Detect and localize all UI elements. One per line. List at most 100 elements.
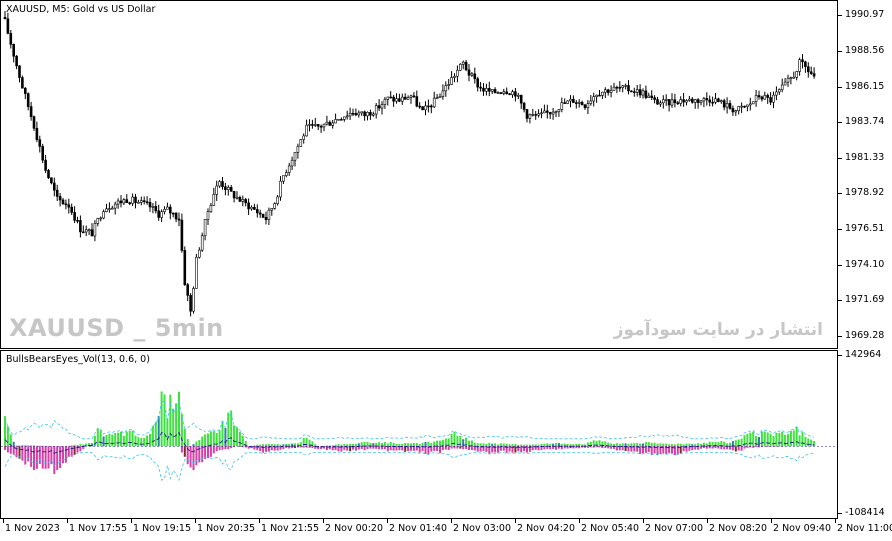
candle [632,87,636,97]
candle [108,202,111,213]
bear-volume-bar [189,446,192,468]
bear-volume-bar [729,446,731,450]
candle [583,104,587,111]
candle [566,100,569,105]
bull-volume-bar [673,444,676,447]
candle [293,151,297,167]
candle [15,55,18,70]
candle-body [357,112,361,116]
bull-volume-bar [453,432,456,447]
candle [711,96,714,107]
time-axis-tick [707,519,708,523]
candle [777,88,781,96]
candle-body [531,114,535,116]
candle-body [52,182,56,191]
candle-body [244,199,247,204]
candle-body [206,211,210,220]
candle [699,100,703,106]
price-axis-label: 1976.51 [845,223,885,235]
candle [319,124,323,133]
bull-volume-bar [241,436,244,447]
bull-volume-bar [404,443,407,447]
time-axis-label: 2 Nov 08:20 [709,523,768,534]
bull-volume-bar [378,442,381,447]
bull-volume-bar [233,425,236,447]
candle-body [453,75,456,78]
bull-volume-bar [198,440,201,447]
candle-body [690,98,694,103]
bull-volume-bar [528,444,531,447]
candle-body [804,61,807,67]
main-chart-pane[interactable]: XAUUSD, M5: Gold vs US Dollar XAUUSD _ 5… [0,0,838,349]
candle [400,93,404,105]
candle-body [67,204,71,208]
time-axis[interactable]: 1 Nov 2023 1 Nov 17:55 1 Nov 19:15 1 Nov 20… [0,519,892,541]
bear-volume-bar [224,446,227,450]
candle-body [363,111,366,117]
candle [229,184,233,192]
bull-volume-bar [766,432,769,447]
indicator-title: BullsBearsEyes_Vol(13, 0.6, 0) [6,354,150,365]
candle [528,113,532,124]
candle-body [743,105,746,108]
candle-body [337,118,340,121]
candle [603,87,607,98]
candle-body [577,101,581,104]
bull-volume-bar [618,443,621,447]
candle-body [322,123,326,128]
bear-volume-bar [67,446,70,457]
candle-body [250,206,253,210]
indicator-axis[interactable]: 142964 -108414 [838,349,892,519]
bull-volume-bar [140,437,143,447]
time-axis-tick [387,519,388,523]
candle [693,98,697,109]
candle-body [603,89,607,93]
candle [572,95,575,104]
bull-volume-bar [265,444,267,447]
bear-volume-bar [740,446,743,451]
bull-volume-bar [128,430,131,447]
candle-body [751,101,755,105]
time-axis-label: 2 Nov 01:40 [389,523,448,534]
candle [780,78,784,93]
candle-body [328,121,332,126]
candle [719,99,723,104]
candle [456,65,459,83]
time-axis-label: 2 Nov 03:00 [453,523,512,534]
candle-body [696,99,700,103]
candle [757,90,761,100]
candle-body [699,100,703,103]
candle-body [786,77,790,83]
terminal-window: XAUUSD, M5: Gold vs US Dollar XAUUSD _ 5… [0,0,892,541]
candle [35,121,39,143]
candle-body [612,86,616,91]
candle-body [624,85,627,87]
candle-body [377,105,381,109]
candle-body [705,98,709,101]
candle-body [418,105,422,108]
time-axis-tick [835,519,836,523]
bull-volume-bar [642,443,644,447]
candle [493,87,497,94]
indicator-pane[interactable]: BullsBearsEyes_Vol(13, 0.6, 0) [0,350,838,519]
candle [467,64,471,82]
bull-volume-bar [717,442,720,447]
candle [589,95,593,106]
candle-body [166,206,169,210]
price-axis-tick [838,193,842,195]
candle-body [583,104,587,109]
candle-body [253,206,256,210]
candle [734,109,738,116]
bear-volume-bar [610,446,613,449]
bull-volume-bar [157,415,160,447]
candle-body [487,88,491,92]
price-axis-label: 1983.74 [845,116,885,128]
bull-volume-bar [758,437,760,447]
bull-volume-bar [656,443,659,447]
bull-volume-bar [801,432,804,447]
candle-body [154,206,158,212]
bull-volume-bar [221,420,224,447]
price-axis[interactable]: 1990.97 1988.56 1986.15 1983.74 1981.33 1978.… [838,0,892,349]
candle [801,54,804,69]
bull-volume-bar [488,442,491,447]
